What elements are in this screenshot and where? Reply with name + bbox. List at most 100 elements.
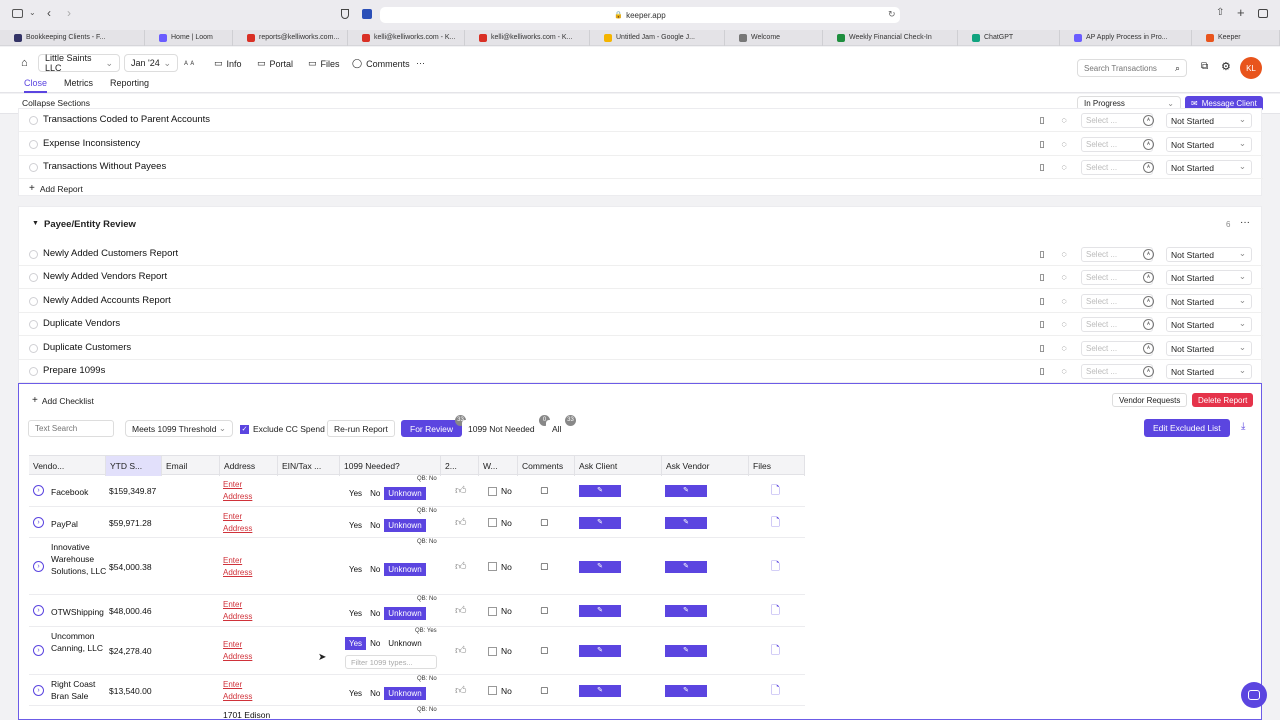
table-row[interactable]: 1701 Edison QB: No — [29, 706, 805, 720]
thumbs-up-icon[interactable]: 👍︎ — [455, 644, 467, 657]
ask-vendor-button[interactable]: ✎ — [665, 516, 707, 529]
search-input[interactable] — [1084, 63, 1170, 73]
column-header[interactable]: YTD S... — [106, 456, 162, 476]
edit-excluded-list-button[interactable]: Edit Excluded List — [1144, 419, 1230, 437]
column-header[interactable]: Vendo... — [29, 456, 106, 476]
comment-icon[interactable]: ◌ — [1059, 272, 1069, 282]
enter-address-link[interactable]: Enter Address — [223, 479, 252, 503]
file-icon[interactable]: 🗋 — [771, 514, 780, 533]
enter-address-link[interactable]: Enter Address — [223, 599, 252, 623]
document-icon[interactable]: ▯ — [1037, 162, 1047, 172]
file-icon[interactable]: 🗋 — [771, 642, 780, 661]
complete-circle-icon[interactable] — [29, 320, 38, 330]
checklist-row[interactable]: Transactions Without Payees ▯ ◌ Select ... ᴀ… — [19, 156, 1263, 179]
user-icon[interactable]: ᴀ — [1143, 115, 1154, 126]
file-icon[interactable]: 🗋 — [771, 682, 780, 701]
w9-field[interactable]: No — [488, 606, 512, 616]
expand-row-icon[interactable]: › — [33, 485, 44, 496]
user-icon[interactable]: ᴀ — [1143, 295, 1154, 307]
enter-address-link[interactable]: Enter Address — [223, 511, 252, 535]
thumbs-up-icon[interactable]: 👍︎ — [455, 484, 467, 497]
column-header[interactable]: EIN/Tax ... — [278, 456, 340, 476]
filter-1099-types-select[interactable]: Filter 1099 types... — [345, 655, 437, 669]
w9-checkbox[interactable] — [488, 686, 497, 695]
share-icon[interactable]: ⇧ — [1216, 7, 1224, 18]
checklist-row-label[interactable]: Expense Inconsistency — [43, 138, 140, 149]
checklist-row[interactable]: Prepare 1099s ▯ ◌ Select ... ᴀ Not Started — [19, 360, 1263, 383]
document-icon[interactable]: ▯ — [1037, 296, 1047, 306]
browser-tab[interactable]: Untitled Jam - Google J... — [590, 29, 725, 46]
w9-checkbox[interactable] — [488, 562, 497, 571]
ask-vendor-button[interactable]: ✎ — [665, 645, 707, 657]
complete-circle-icon[interactable] — [29, 163, 38, 172]
w9-checkbox[interactable] — [488, 646, 497, 656]
comment-icon[interactable]: ◌ — [1059, 296, 1069, 306]
collapse-sections-button[interactable]: Collapse Sections — [22, 98, 90, 108]
threshold-select[interactable]: Meets 1099 Threshold ⌄ — [125, 420, 233, 437]
complete-circle-icon[interactable] — [29, 250, 38, 259]
vendor-requests-button[interactable]: Vendor Requests — [1112, 393, 1188, 407]
home-icon[interactable]: ⌂ — [21, 57, 28, 69]
needed-unknown-option[interactable]: Unknown — [384, 562, 426, 576]
table-row[interactable]: › PayPal $59,971.28 Enter Address QB: No Yes No… — [29, 507, 805, 538]
complete-circle-icon[interactable] — [29, 273, 38, 283]
expand-row-icon[interactable]: › — [33, 560, 44, 572]
w9-field[interactable]: No — [488, 646, 512, 656]
needed-yes-option[interactable]: Yes — [345, 487, 366, 500]
delete-report-button[interactable]: Delete Report — [1192, 393, 1254, 407]
ask-client-button[interactable]: ✎ — [579, 485, 621, 497]
comment-icon[interactable]: ▢ — [540, 605, 549, 616]
tab-metrics[interactable]: Metrics — [64, 78, 93, 88]
checklist-row[interactable]: Duplicate Vendors ▯ ◌ Select ... ᴀ Not Starte… — [19, 313, 1263, 337]
enter-address-link[interactable]: Enter Address — [223, 679, 252, 703]
needed-no-option[interactable]: No — [366, 487, 384, 500]
comment-icon[interactable]: ◌ — [1059, 115, 1069, 125]
expand-row-icon[interactable]: › — [33, 684, 44, 696]
comment-icon[interactable]: ◌ — [1059, 162, 1069, 172]
w9-field[interactable]: No — [488, 486, 512, 496]
user-icon[interactable]: ᴀ — [1143, 342, 1154, 354]
column-header[interactable]: 1099 Needed? — [340, 456, 441, 476]
document-icon[interactable]: ▯ — [1037, 115, 1047, 125]
expand-row-icon[interactable]: › — [33, 645, 44, 656]
ask-client-button[interactable]: ✎ — [579, 605, 621, 617]
needed-unknown-option[interactable]: Unknown — [384, 487, 426, 500]
column-header[interactable]: 2... — [441, 456, 479, 476]
ask-client-button[interactable]: ✎ — [579, 560, 621, 573]
document-icon[interactable]: ▯ — [1037, 249, 1047, 259]
ask-client-button[interactable]: ✎ — [579, 684, 621, 697]
status-select[interactable]: Not Started — [1166, 246, 1252, 262]
document-icon[interactable]: ▯ — [1037, 366, 1047, 376]
column-header[interactable]: Comments — [518, 456, 575, 476]
needed-toggle[interactable]: Yes No Unknown — [345, 607, 426, 620]
add-report-button[interactable]: + Add Report — [29, 183, 83, 194]
ask-vendor-button[interactable]: ✎ — [665, 485, 707, 497]
search-transactions[interactable]: ⌕ — [1077, 59, 1187, 77]
client-selector[interactable]: Little Saints LLC ⌄ — [38, 53, 120, 73]
needed-no-option[interactable]: No — [366, 519, 384, 532]
browser-tab[interactable]: Welcome — [725, 29, 823, 46]
checklist-row-label[interactable]: Duplicate Customers — [43, 342, 131, 353]
info-button[interactable]: ▭ Info — [214, 58, 242, 69]
needed-yes-option[interactable]: Yes — [345, 519, 366, 532]
tab-close[interactable]: Close — [24, 78, 48, 93]
comment-icon[interactable]: ▢ — [540, 517, 549, 528]
thumbs-up-icon[interactable]: 👍︎ — [455, 604, 467, 617]
back-icon[interactable]: ‹ — [47, 6, 51, 20]
w9-checkbox[interactable] — [488, 606, 497, 616]
status-select[interactable]: Not Started — [1166, 340, 1252, 356]
status-select[interactable]: Not Started — [1166, 293, 1252, 309]
user-icon[interactable]: ᴀ — [1143, 162, 1154, 173]
extension-icon[interactable] — [362, 9, 372, 19]
complete-circle-icon[interactable] — [29, 116, 38, 125]
table-row[interactable]: › Facebook $159,349.87 Enter Address QB: No Ye… — [29, 475, 805, 507]
tab-1099-not-needed[interactable]: 1099 Not Needed — [462, 420, 541, 437]
w9-field[interactable]: No — [488, 518, 512, 528]
needed-yes-option[interactable]: Yes — [345, 637, 367, 650]
file-icon[interactable]: 🗋 — [771, 482, 780, 501]
period-selector[interactable]: Jan '24 ⌄ — [124, 54, 178, 72]
enter-address-link[interactable]: Enter Address — [223, 555, 252, 579]
complete-circle-icon[interactable] — [29, 343, 38, 353]
browser-tab[interactable]: Keeper — [1192, 29, 1280, 46]
column-header[interactable]: Email — [162, 456, 220, 476]
